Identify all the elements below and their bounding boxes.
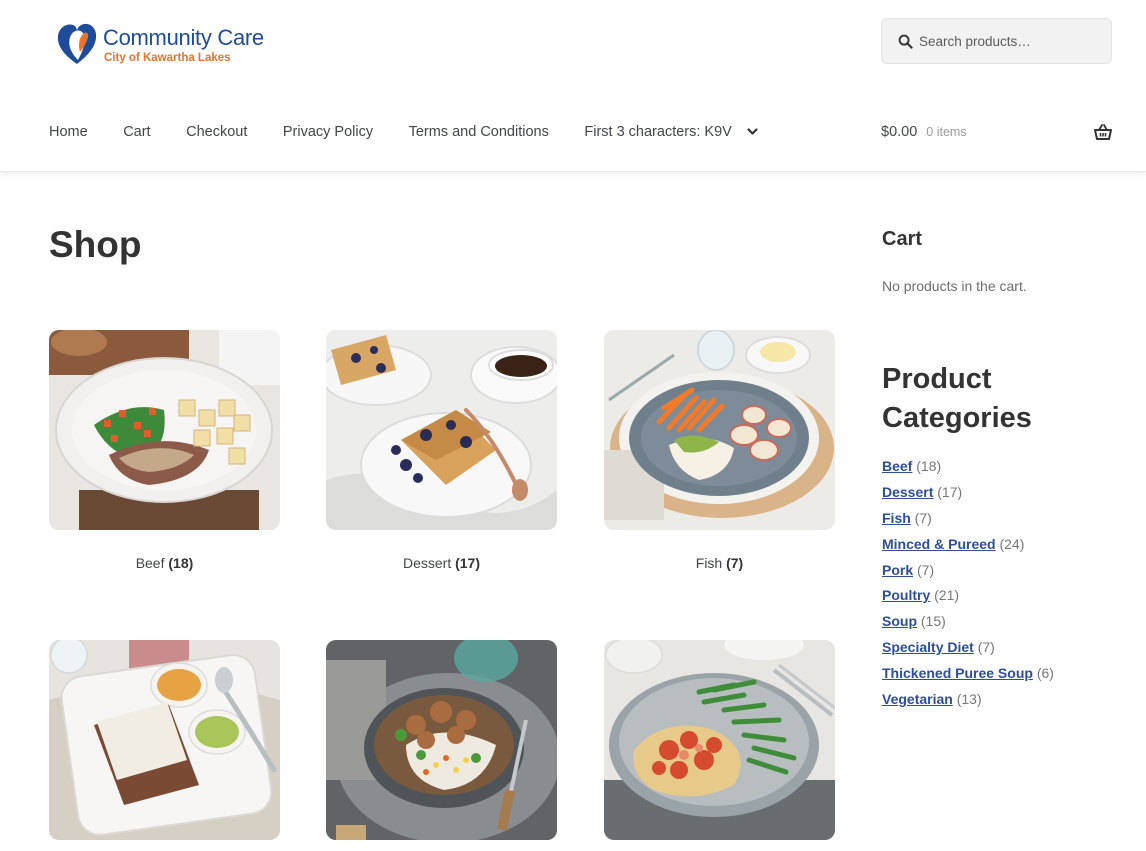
category-link-thickened-puree-soup[interactable]: Thickened Puree Soup xyxy=(882,665,1033,681)
list-item: Beef (18) xyxy=(882,457,1054,483)
list-item: Minced & Pureed (24) xyxy=(882,535,1054,561)
category-link-specialty-diet[interactable]: Specialty Diet xyxy=(882,639,974,655)
list-item: Soup (15) xyxy=(882,612,1054,638)
header-mini-cart[interactable]: $0.00 0 items xyxy=(881,124,1112,140)
category-count: (17) xyxy=(455,555,481,571)
beef-meal-image[interactable] xyxy=(49,330,280,530)
category-count: (13) xyxy=(956,691,982,708)
category-count: (18) xyxy=(916,458,942,474)
category-count: (15) xyxy=(920,613,946,630)
category-link-pork[interactable]: Pork xyxy=(882,562,913,578)
category-count: (7) xyxy=(726,555,744,571)
product-category-label[interactable]: Fish (7) xyxy=(604,555,835,571)
search-icon xyxy=(898,34,913,49)
category-count: (7) xyxy=(914,509,932,526)
sidebar-categories-title: Product Categories xyxy=(882,363,1032,434)
search-input[interactable] xyxy=(919,33,1099,49)
category-link-vegetarian[interactable]: Vegetarian xyxy=(882,691,953,707)
category-name: Dessert xyxy=(402,555,452,571)
site-logo[interactable]: Community Care City of Kawartha Lakes xyxy=(56,22,264,66)
nav-postal-code-dropdown[interactable]: First 3 characters: K9V xyxy=(584,124,758,140)
page-title: Shop xyxy=(49,224,142,265)
product-category-label[interactable]: Beef (18) xyxy=(49,555,280,571)
product-categories-list: Beef (18) Dessert (17) Fish (7) Minced &… xyxy=(882,457,1054,716)
category-count: (7) xyxy=(977,639,995,656)
site-header: Community Care City of Kawartha Lakes Ho… xyxy=(0,0,1146,172)
category-count: (18) xyxy=(168,555,194,571)
sidebar-cart-title: Cart xyxy=(882,228,923,250)
product-category-card[interactable]: Fish (7) xyxy=(604,330,835,571)
list-item: Dessert (17) xyxy=(882,483,1054,509)
category-link-poultry[interactable]: Poultry xyxy=(882,587,930,603)
cart-item-count: 0 items xyxy=(926,125,967,139)
list-item: Vegetarian (13) xyxy=(882,690,1054,716)
nav-home[interactable]: Home xyxy=(49,124,88,140)
nav-postal-code-label: First 3 characters: K9V xyxy=(584,124,732,140)
list-item: Poultry (21) xyxy=(882,586,1054,612)
category-link-fish[interactable]: Fish xyxy=(882,510,911,526)
product-category-label[interactable]: Dessert (17) xyxy=(326,555,557,571)
category-link-soup[interactable]: Soup xyxy=(882,613,917,629)
category-count: (24) xyxy=(999,535,1025,552)
stew-meal-image[interactable] xyxy=(326,640,557,840)
product-category-card[interactable] xyxy=(326,640,557,840)
product-category-card[interactable]: Dessert (17) xyxy=(326,330,557,571)
chicken-pasta-image[interactable] xyxy=(604,640,835,840)
primary-navigation: Home Cart Checkout Privacy Policy Terms … xyxy=(49,124,793,140)
heart-logo-icon xyxy=(57,23,97,65)
brand-subtitle: City of Kawartha Lakes xyxy=(104,52,231,64)
product-category-card[interactable] xyxy=(604,640,835,840)
brand-title: Community Care xyxy=(103,25,264,50)
category-link-minced-pureed[interactable]: Minced & Pureed xyxy=(882,536,996,552)
category-name: Beef xyxy=(135,555,165,571)
nav-terms-and-conditions[interactable]: Terms and Conditions xyxy=(409,124,549,140)
cart-amount: $0.00 xyxy=(881,124,918,140)
product-search-box[interactable] xyxy=(881,18,1112,64)
category-name: Fish xyxy=(695,555,723,571)
list-item: Thickened Puree Soup (6) xyxy=(882,664,1054,690)
product-category-card[interactable]: Beef (18) xyxy=(49,330,280,571)
list-item: Pork (7) xyxy=(882,561,1054,587)
sidebar-cart-empty-message: No products in the cart. xyxy=(882,278,1027,294)
nav-cart[interactable]: Cart xyxy=(123,124,150,140)
nav-checkout[interactable]: Checkout xyxy=(186,124,247,140)
product-category-card[interactable] xyxy=(49,640,280,840)
category-link-dessert[interactable]: Dessert xyxy=(882,484,933,500)
list-item: Specialty Diet (7) xyxy=(882,638,1054,664)
fish-meal-image[interactable] xyxy=(604,330,835,530)
category-count: (17) xyxy=(937,483,963,500)
category-count: (7) xyxy=(917,561,935,578)
nav-privacy-policy[interactable]: Privacy Policy xyxy=(283,124,373,140)
list-item: Fish (7) xyxy=(882,509,1054,535)
basket-icon xyxy=(1094,124,1112,140)
chevron-down-icon xyxy=(747,128,758,135)
category-count: (21) xyxy=(934,587,960,604)
category-link-beef[interactable]: Beef xyxy=(882,458,912,474)
dessert-image[interactable] xyxy=(326,330,557,530)
pureed-meal-image[interactable] xyxy=(49,640,280,840)
category-count: (6) xyxy=(1036,665,1054,682)
